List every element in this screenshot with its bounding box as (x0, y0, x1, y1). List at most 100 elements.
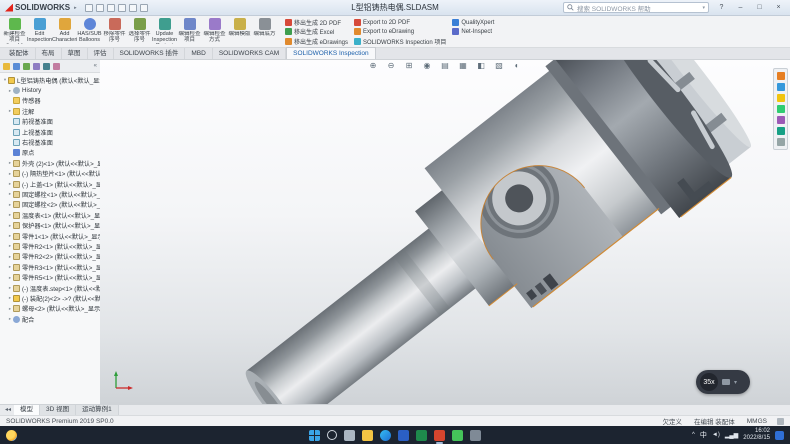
search-input[interactable]: 搜索 SOLIDWORKS 帮助 ▾ (563, 2, 709, 13)
chevron-down-icon[interactable]: ▾ (734, 379, 737, 386)
new-inspection-project-button[interactable]: 新建检查项目 (imp.h) (2, 17, 27, 47)
sw-inspection-project-button[interactable]: SOLIDWORKS Inspection 项目 (352, 37, 448, 46)
tray-chevron-icon[interactable]: ^ (692, 432, 695, 438)
menu-expand-arrow-icon[interactable]: ▸ (74, 5, 77, 11)
tree-item[interactable]: ▸ History (2, 85, 100, 95)
chevron-down-icon[interactable]: ▾ (702, 5, 705, 11)
taskbar-search-icon[interactable] (327, 430, 337, 440)
task-view-icon[interactable] (344, 430, 355, 441)
tree-item[interactable]: ▸ 零件R5<1> (默认<<默认>_显示状 (2, 272, 100, 282)
export-to-2d-pdf-button[interactable]: Export to 2D PDF (352, 18, 448, 27)
tree-item[interactable]: 原点 (2, 148, 100, 158)
add-characteristics-button[interactable]: Add Characteristics (52, 17, 77, 47)
section-view-icon[interactable]: ◉ (422, 61, 433, 70)
tree-item[interactable]: ▸ 保护器<1> (默认<<默认>_显示状 (2, 220, 100, 230)
app-icon[interactable] (470, 430, 481, 441)
volume-icon[interactable]: ◄) (712, 432, 720, 438)
qualityxpert-button[interactable]: QualityXpert (450, 18, 496, 27)
start-button[interactable] (309, 430, 320, 441)
display-style-icon[interactable]: ▦ (458, 61, 469, 70)
view-palette-icon[interactable] (777, 105, 785, 113)
edit-inspection-button[interactable]: Edit Inspection (27, 17, 52, 47)
model-tab[interactable]: 模型 (14, 405, 40, 415)
tree-item[interactable]: ▸ 温度表<1> (默认<<默认>_显示状 (2, 210, 100, 220)
tree-item[interactable]: ▸ (-) 温度表.step<1> (默认<<默认> (2, 283, 100, 293)
solidworks-taskbar-icon[interactable] (434, 430, 445, 441)
select-balloons-button[interactable]: 选择零件序号 (127, 17, 152, 47)
tree-item[interactable]: 上视基准面 (2, 127, 100, 137)
update-inspection-project-button[interactable]: Update Inspection Project (152, 17, 177, 47)
custom-properties-icon[interactable] (777, 127, 785, 135)
tree-item[interactable]: ▸ (-) 装配(2)<2> ->? (默认<<默认 (2, 293, 100, 303)
display-manager-tab-icon[interactable] (43, 63, 50, 70)
print-icon[interactable] (118, 4, 126, 12)
feature-manager-tab-icon[interactable] (3, 63, 10, 70)
tree-item[interactable]: ▸ 螺母<2> (默认<<默认>_显示状态 (2, 304, 100, 314)
tab-sw-cam[interactable]: SOLIDWORKS CAM (213, 48, 286, 59)
screen-recorder-widget[interactable]: 35x ▾ (696, 370, 750, 394)
tree-item[interactable]: ▸ 注解 (2, 106, 100, 116)
new-document-icon[interactable] (85, 4, 93, 12)
tab-sw-addins[interactable]: SOLIDWORKS 插件 (114, 48, 186, 59)
tree-item[interactable]: ▸ 零件R2<1> (默认<<默认>_显示状 (2, 241, 100, 251)
edit-inspection-project-button[interactable]: 编辑检查项目 (177, 17, 202, 47)
configuration-manager-tab-icon[interactable] (23, 63, 30, 70)
tab-evaluate[interactable]: 评估 (88, 48, 114, 59)
export-2d-pdf-cn-button[interactable]: 移出生成 2D PDF (283, 18, 350, 27)
maximize-button[interactable]: □ (753, 4, 766, 11)
balloons-button[interactable]: HAS/SUB Balloons (77, 17, 102, 47)
notification-badge[interactable] (775, 431, 784, 440)
export-to-edrawing-button[interactable]: Export to eDrawing (352, 27, 448, 36)
tree-item[interactable]: 右视基准面 (2, 137, 100, 147)
tree-item[interactable]: ▸ 零件R2<2> (默认<<默认>_显示状 (2, 252, 100, 262)
save-icon[interactable] (107, 4, 115, 12)
cad-model-canvas[interactable] (100, 60, 790, 404)
tree-item[interactable]: ▸ 配合 (2, 314, 100, 324)
zoom-factor-badge[interactable]: 35x (700, 373, 718, 391)
edit-template-button[interactable]: 编辑模版 (227, 17, 252, 47)
file-explorer-icon[interactable] (362, 430, 373, 441)
tree-item[interactable]: 前视基准面 (2, 117, 100, 127)
motion-study-tab[interactable]: 运动算例1 (76, 405, 119, 415)
edge-icon[interactable] (380, 430, 391, 441)
edit-misc-button[interactable]: 编辑底方 (252, 17, 277, 47)
tree-item[interactable]: ▸ 外壳 (2)<1> (默认<<默认>_显示状 (2, 158, 100, 168)
tab-scroll-arrows-icon[interactable]: ◂◂ (2, 405, 14, 415)
minimize-button[interactable]: – (734, 4, 747, 11)
tab-sketch[interactable]: 草图 (62, 48, 88, 59)
collapse-panel-icon[interactable]: « (94, 63, 97, 69)
tab-layout[interactable]: 布局 (36, 48, 62, 59)
design-library-icon[interactable] (777, 83, 785, 91)
apply-scene-icon[interactable]: ◐ (512, 61, 523, 70)
tree-item[interactable]: ▸ 固定螺栓<1> (默认<<默认>_显示 (2, 189, 100, 199)
zoom-area-icon[interactable]: ⊖ (386, 61, 397, 70)
file-explorer-pane-icon[interactable] (777, 94, 785, 102)
tree-item[interactable]: ▸ (-) 上盖<1> (默认<<默认>_显示状 (2, 179, 100, 189)
hide-show-items-icon[interactable]: ◧ (476, 61, 487, 70)
tree-item[interactable]: 传感器 (2, 96, 100, 106)
3d-views-tab[interactable]: 3D 视图 (40, 405, 76, 415)
tree-item[interactable]: ▸ 零件1<1> (默认<<默认>_显示状态 (2, 231, 100, 241)
edit-inspection-method-button[interactable]: 编辑检查方式 (202, 17, 227, 47)
forum-icon[interactable] (777, 138, 785, 146)
tab-assembly[interactable]: 装配体 (3, 48, 36, 59)
tree-root-item[interactable]: ▾ L型铝铸热电偶 (默认<默认_显示状态-1 (2, 75, 100, 85)
ime-indicator[interactable]: 中 (700, 430, 707, 440)
tree-item[interactable]: ▸ (-) 隔热垫片<1> (默认<<默认>_显 (2, 169, 100, 179)
close-button[interactable]: × (772, 4, 785, 11)
clock[interactable]: 16:02 2022/8/15 (743, 428, 770, 442)
tree-item[interactable]: ▸ 零件R3<1> (默认<<默认>_显示状 (2, 262, 100, 272)
wechat-icon[interactable] (452, 430, 463, 441)
edit-appearance-icon[interactable]: ▧ (494, 61, 505, 70)
excel-icon[interactable] (416, 430, 427, 441)
undo-icon[interactable] (129, 4, 137, 12)
property-manager-tab-icon[interactable] (13, 63, 20, 70)
solidworks-resources-icon[interactable] (777, 72, 785, 80)
remove-balloons-button[interactable]: 移除零件序号 (102, 17, 127, 47)
tree-item[interactable]: ▸ 固定螺栓<2> (默认<<默认>_显示 (2, 200, 100, 210)
word-icon[interactable] (398, 430, 409, 441)
view-orientation-icon[interactable]: ▤ (440, 61, 451, 70)
weather-widget-icon[interactable] (6, 430, 17, 441)
zoom-fit-icon[interactable]: ⊕ (368, 61, 379, 70)
help-button[interactable]: ? (715, 4, 728, 11)
